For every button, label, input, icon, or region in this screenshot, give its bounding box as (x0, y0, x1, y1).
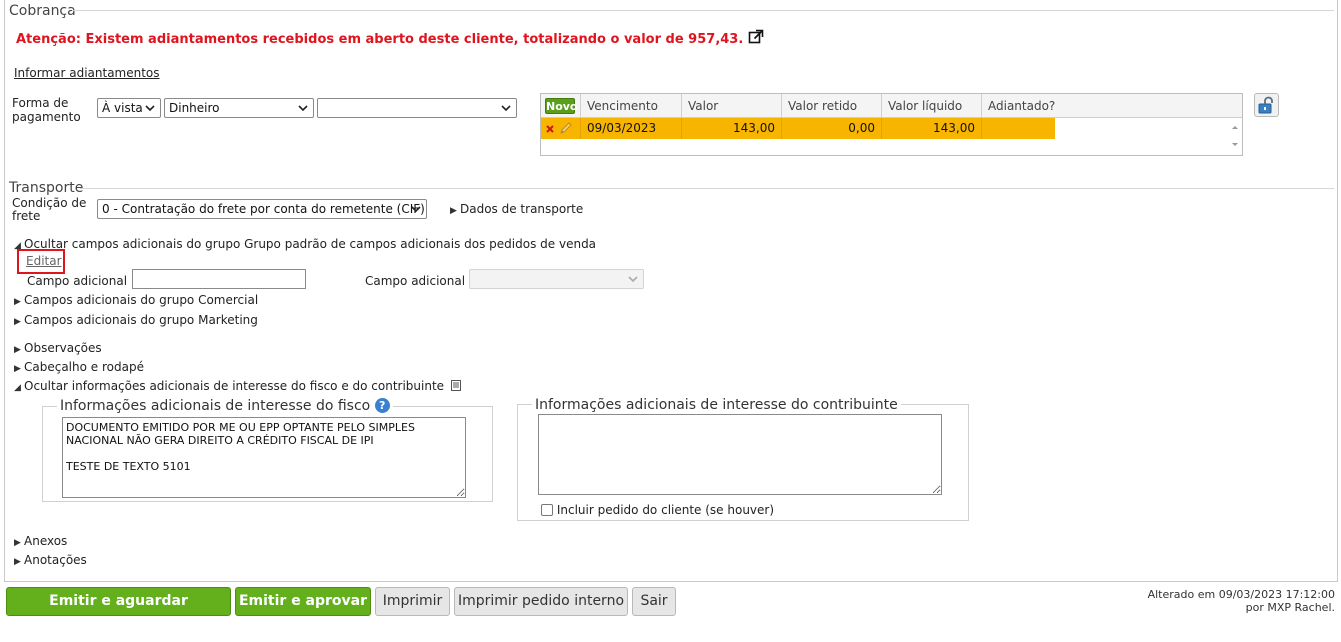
campo2-select[interactable] (469, 269, 644, 289)
anexos-toggle[interactable]: ▶ Anexos (14, 534, 67, 548)
divider (80, 188, 1334, 189)
payment-extra-select[interactable] (317, 98, 517, 118)
status-line1: Alterado em 09/03/2023 17:12:00 (1147, 588, 1335, 601)
campo2-label: Campo adicional 2 (365, 274, 477, 288)
cell-valor-retido: 0,00 (782, 118, 882, 139)
edit-fields-link[interactable]: Editar (26, 254, 62, 268)
cell-valor-liquido: 143,00 (882, 118, 982, 139)
payment-method-value: Dinheiro (169, 101, 220, 115)
fisco-legend: Informações adicionais de interesse do f… (57, 398, 393, 414)
payment-label-line2: pagamento (12, 110, 81, 124)
hide-additional-info-label: Ocultar informações adicionais de intere… (24, 379, 445, 393)
anotacoes-toggle[interactable]: ▶ Anotações (14, 553, 87, 567)
hide-additional-info-toggle[interactable]: ◢ Ocultar informações adicionais de inter… (14, 379, 461, 393)
help-icon[interactable]: ? (374, 398, 390, 413)
grid-header-adiantado[interactable]: Adiantado? (982, 94, 1242, 118)
freight-condition-value: 0 - Contratação do frete por conta do re… (102, 202, 425, 216)
chevron-down-icon (628, 276, 638, 283)
last-modified-status: Alterado em 09/03/2023 17:12:00 por MXP … (1148, 588, 1335, 614)
grid-header-vencimento[interactable]: Vencimento (581, 94, 682, 118)
contribuinte-legend: Informações adicionais de interesse do c… (532, 397, 901, 413)
section-title-transporte: Transporte (9, 180, 84, 196)
expand-arrow-icon: ▶ (14, 557, 21, 567)
campo1-input[interactable] (132, 269, 306, 289)
unlock-grid-button[interactable] (1254, 93, 1279, 117)
cell-adiantado (982, 118, 1055, 139)
transport-data-toggle[interactable]: ▶ Dados de transporte (450, 202, 583, 216)
expand-arrow-icon: ▶ (14, 538, 21, 548)
external-link-icon[interactable] (748, 29, 764, 45)
freight-condition-select[interactable]: 0 - Contratação do frete por conta do re… (97, 199, 427, 219)
cabecalho-toggle[interactable]: ▶ Cabeçalho e rodapé (14, 360, 144, 374)
fisco-title: Informações adicionais de interesse do f… (60, 398, 371, 414)
freight-label: Condição de frete (12, 197, 86, 223)
chevron-down-icon (298, 105, 308, 112)
grid-header-valor[interactable]: Valor (682, 94, 782, 118)
expand-arrow-icon: ▶ (14, 317, 21, 327)
grid-header-valor-retido[interactable]: Valor retido (782, 94, 882, 118)
observacoes-label: Observações (24, 341, 102, 355)
scroll-down-icon[interactable] (1228, 140, 1242, 150)
marketing-group-toggle[interactable]: ▶ Campos adicionais do grupo Marketing (14, 313, 258, 327)
anotacoes-label: Anotações (24, 553, 87, 567)
payment-method-select[interactable]: Dinheiro (164, 98, 314, 118)
delete-icon[interactable] (545, 124, 555, 134)
print-button[interactable]: Imprimir (375, 587, 450, 616)
expand-arrow-icon: ▶ (14, 297, 21, 307)
new-installment-button[interactable]: Novo (545, 98, 578, 114)
grid-header-valor-liquido[interactable]: Valor líquido (882, 94, 982, 118)
chevron-down-icon (411, 206, 421, 213)
print-internal-button[interactable]: Imprimir pedido interno (454, 587, 628, 616)
divider (72, 10, 1334, 11)
payment-term-select[interactable]: À vista (97, 98, 161, 118)
comercial-group-toggle[interactable]: ▶ Campos adicionais do grupo Comercial (14, 293, 258, 307)
advance-warning-text: Atenção: Existem adiantamentos recebidos… (16, 32, 744, 47)
lock-icon (1258, 96, 1273, 114)
expand-arrow-icon: ▶ (14, 345, 21, 355)
transport-data-label: Dados de transporte (460, 202, 584, 216)
campo1-label: Campo adicional 1 (27, 274, 139, 288)
exit-button[interactable]: Sair (632, 587, 676, 616)
expand-arrow-icon: ▶ (450, 206, 457, 216)
emit-await-approval-button[interactable]: Emitir e aguardar aprovação (6, 587, 231, 636)
advance-warning: Atenção: Existem adiantamentos recebidos… (16, 29, 764, 47)
scroll-up-icon[interactable] (1228, 122, 1242, 132)
hide-default-group-toggle[interactable]: ◢ Ocultar campos adicionais do grupo Grup… (14, 237, 596, 251)
anexos-label: Anexos (24, 534, 68, 548)
collapse-arrow-icon: ◢ (14, 383, 21, 393)
emit-approve-button[interactable]: Emitir e aprovar (235, 587, 371, 616)
section-title-cobranca: Cobrança (9, 3, 76, 19)
status-line2: por MXP Rachel. (1245, 601, 1335, 614)
document-icon[interactable] (450, 380, 461, 391)
grid-header: Novo Vencimento Valor Valor retido Valor… (541, 94, 1242, 118)
include-order-checkbox[interactable] (541, 504, 553, 516)
marketing-group-label: Campos adicionais do grupo Marketing (24, 313, 258, 327)
cabecalho-label: Cabeçalho e rodapé (24, 360, 144, 374)
edit-pencil-icon[interactable] (559, 121, 573, 135)
include-order-option: Incluir pedido do cliente (se houver) (541, 503, 774, 517)
installments-grid: Novo Vencimento Valor Valor retido Valor… (540, 93, 1243, 156)
cell-valor: 143,00 (682, 118, 782, 139)
row-actions (541, 118, 581, 139)
grid-header-actions: Novo (541, 94, 581, 118)
chevron-down-icon (501, 105, 511, 112)
cell-vencimento: 09/03/2023 (581, 118, 682, 139)
include-order-label: Incluir pedido do cliente (se houver) (556, 503, 775, 517)
contribuinte-textarea[interactable] (538, 414, 942, 495)
payment-term-value: À vista (102, 101, 143, 115)
chevron-down-icon (145, 105, 155, 112)
observacoes-toggle[interactable]: ▶ Observações (14, 341, 102, 355)
hide-default-group-label: Ocultar campos adicionais do grupo Grupo… (24, 237, 597, 251)
freight-label-line2: frete (12, 209, 41, 223)
payment-label: Forma de pagamento (12, 96, 81, 124)
payment-label-line1: Forma de (12, 96, 69, 110)
fisco-textarea[interactable]: DOCUMENTO EMITIDO POR ME OU EPP OPTANTE … (62, 417, 466, 498)
grid-scrollbar[interactable] (1228, 118, 1242, 155)
inform-advances-link[interactable]: Informar adiantamentos (14, 66, 160, 80)
expand-arrow-icon: ▶ (14, 364, 21, 374)
comercial-group-label: Campos adicionais do grupo Comercial (24, 293, 259, 307)
